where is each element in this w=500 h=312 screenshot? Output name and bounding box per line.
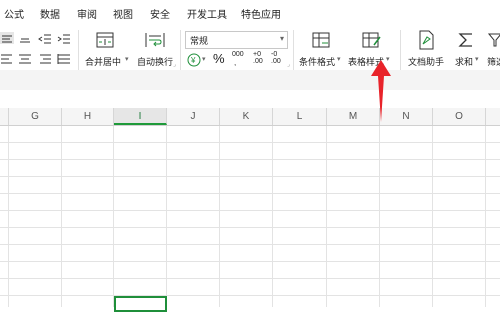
- merge-center-label[interactable]: 合并居中: [85, 55, 121, 68]
- percent-button[interactable]: %: [213, 51, 225, 66]
- chevron-down-icon[interactable]: ▾: [475, 55, 479, 63]
- dialog-launcher-icon[interactable]: ⌟: [173, 61, 176, 68]
- thousands-separator-button[interactable]: 000: [232, 51, 244, 58]
- document-assistant-label[interactable]: 文档助手: [408, 55, 444, 68]
- column-header-g[interactable]: G: [9, 108, 62, 125]
- align-center-icon[interactable]: [18, 52, 32, 70]
- menu-special-apps[interactable]: 特色应用: [241, 6, 281, 21]
- distributed-align-icon[interactable]: [57, 52, 71, 70]
- filter-label[interactable]: 筛选: [487, 55, 500, 68]
- align-right-icon[interactable]: [38, 52, 52, 70]
- column-header-partial[interactable]: [0, 108, 9, 125]
- svg-text:¥: ¥: [190, 56, 196, 65]
- decrease-decimal-button[interactable]: -0 .00: [271, 51, 281, 65]
- menu-formulas[interactable]: 公式: [4, 6, 24, 21]
- formula-bar[interactable]: [0, 70, 500, 91]
- cell-grid[interactable]: [0, 126, 500, 307]
- menu-developer-tools[interactable]: 开发工具: [187, 6, 227, 21]
- red-pointer-arrow: [370, 60, 392, 127]
- column-header-o[interactable]: O: [433, 108, 486, 125]
- wrap-text-label[interactable]: 自动换行: [137, 55, 173, 68]
- ribbon-toolbar: 合并居中 ▾ 自动换行 ⌟ 常规 ▾ ¥ ▾ % 000 , +0 .00 -0…: [0, 24, 500, 71]
- sum-sigma-icon[interactable]: [458, 32, 474, 53]
- align-left-icon[interactable]: [0, 52, 14, 70]
- document-assistant-icon[interactable]: [418, 30, 434, 55]
- chevron-down-icon[interactable]: ▾: [125, 55, 129, 63]
- align-middle-icon[interactable]: [18, 32, 32, 50]
- conditional-format-icon[interactable]: [312, 32, 330, 53]
- menu-review[interactable]: 审阅: [77, 6, 97, 21]
- selected-cell[interactable]: [114, 296, 167, 312]
- chevron-down-icon: ▾: [279, 34, 284, 43]
- sum-label[interactable]: 求和: [455, 55, 473, 68]
- sheet-top-spacer: [0, 90, 500, 108]
- number-format-select[interactable]: 常规 ▾: [185, 31, 288, 49]
- indent-decrease-icon[interactable]: [38, 32, 52, 50]
- number-format-value: 常规: [190, 36, 209, 46]
- column-header-k[interactable]: K: [220, 108, 273, 125]
- table-style-icon[interactable]: [362, 32, 382, 53]
- column-header-partial[interactable]: [486, 108, 500, 125]
- menu-security[interactable]: 安全: [150, 6, 170, 21]
- align-top-selected-icon[interactable]: [0, 32, 14, 44]
- indent-increase-icon[interactable]: [57, 32, 71, 50]
- menu-bar: 公式 数据 审阅 视图 安全 开发工具 特色应用: [0, 0, 500, 24]
- wrap-text-icon[interactable]: [145, 32, 165, 53]
- column-header-j[interactable]: J: [167, 108, 220, 125]
- column-header-i[interactable]: I: [114, 108, 167, 125]
- dialog-launcher-icon[interactable]: ⌟: [287, 61, 290, 68]
- menu-view[interactable]: 视图: [113, 6, 133, 21]
- chevron-down-icon[interactable]: ▾: [337, 55, 341, 63]
- increase-decimal-button[interactable]: +0 .00: [253, 51, 263, 65]
- column-header-l[interactable]: L: [273, 108, 327, 125]
- conditional-format-label[interactable]: 条件格式: [299, 55, 335, 68]
- column-header-h[interactable]: H: [62, 108, 114, 125]
- filter-funnel-icon[interactable]: [487, 32, 500, 53]
- column-header-row: G H I J K L M N O: [0, 108, 500, 126]
- chevron-down-icon[interactable]: ▾: [202, 55, 206, 63]
- merge-center-icon[interactable]: [96, 32, 114, 53]
- menu-data[interactable]: 数据: [40, 6, 60, 21]
- thousands-separator-icon: ,: [234, 58, 237, 67]
